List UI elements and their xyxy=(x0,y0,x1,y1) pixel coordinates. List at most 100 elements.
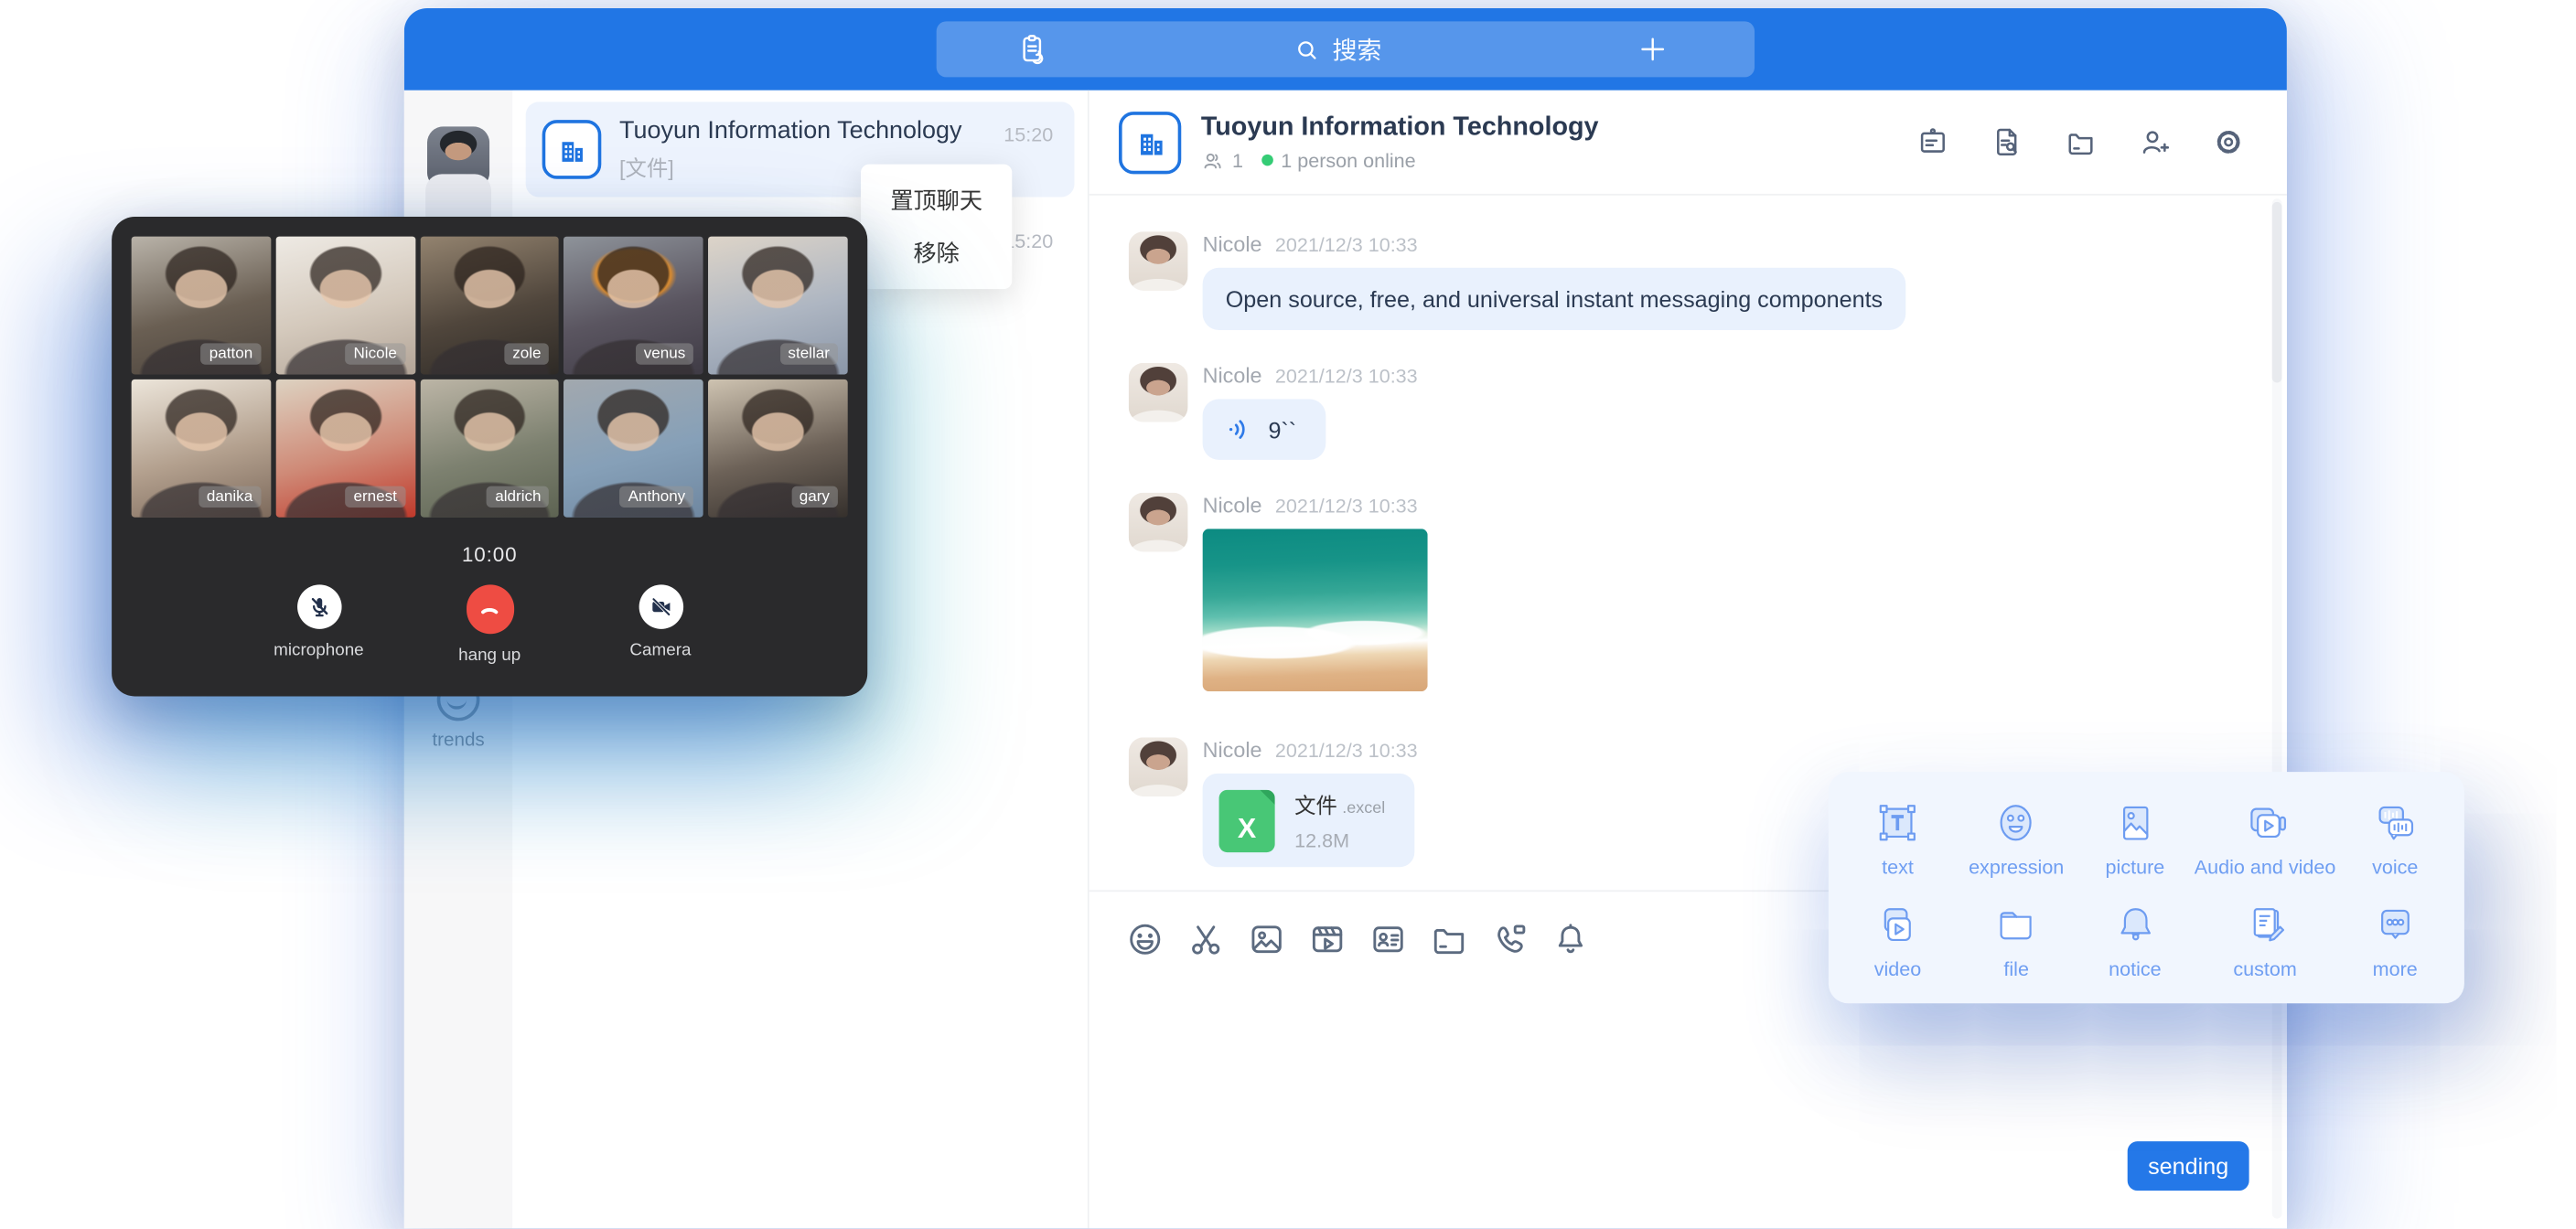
participant-name: patton xyxy=(201,343,261,364)
send-button[interactable]: sending xyxy=(2128,1141,2249,1191)
online-dot xyxy=(1261,155,1273,166)
notification-icon[interactable] xyxy=(1551,919,1590,958)
avatar[interactable] xyxy=(1129,363,1188,422)
panel-item-label: video xyxy=(1874,957,1922,980)
hang-up-control[interactable]: hang up xyxy=(435,584,544,665)
message-sender: Nicole xyxy=(1203,231,1262,256)
online-status: 1 person online xyxy=(1281,149,1415,172)
voice-bubble[interactable]: 9`` xyxy=(1203,399,1326,459)
panel-item-label: voice xyxy=(2372,856,2418,879)
panel-item-voice[interactable]: voice xyxy=(2335,788,2454,889)
panel-item-label: more xyxy=(2373,957,2418,980)
audio-video-icon xyxy=(2240,798,2290,848)
microphone-muted-icon[interactable] xyxy=(296,584,340,628)
group-file-icon[interactable] xyxy=(2060,123,2099,162)
menu-item-remove[interactable]: 移除 xyxy=(861,227,1012,279)
group-avatar xyxy=(542,120,602,179)
file-info: 文件.excel 12.8M xyxy=(1294,788,1385,852)
search-area[interactable]: 搜索 xyxy=(1125,32,1549,67)
panel-item-text[interactable]: text xyxy=(1839,788,1958,889)
stage: 搜索 trends xyxy=(0,0,2576,1228)
camera-off-icon[interactable] xyxy=(639,584,682,628)
video-tile[interactable]: aldrich xyxy=(420,379,559,518)
video-tile[interactable]: ernest xyxy=(275,379,414,518)
video-tile[interactable]: stellar xyxy=(708,237,847,375)
message-voice: Nicole 2021/12/3 10:33 xyxy=(1129,363,2287,460)
scrollbar[interactable] xyxy=(2272,198,2282,1218)
hang-up-icon[interactable] xyxy=(466,584,513,634)
video-tile[interactable]: Nicole xyxy=(275,237,414,375)
participant-name: gary xyxy=(791,486,838,508)
control-label: hang up xyxy=(458,646,521,666)
message-type-panel: text expression picture xyxy=(1829,772,2464,1003)
menu-item-pin-chat[interactable]: 置顶聊天 xyxy=(861,174,1012,226)
panel-item-more[interactable]: more xyxy=(2335,889,2454,989)
video-call-icon[interactable] xyxy=(1490,919,1530,958)
participant-name: Anthony xyxy=(620,486,694,508)
video-tile[interactable]: danika xyxy=(132,379,271,518)
file-size: 12.8M xyxy=(1294,829,1385,852)
add-member-icon[interactable] xyxy=(2134,123,2174,162)
participant-name: venus xyxy=(636,343,694,364)
video-tile[interactable]: venus xyxy=(564,237,703,375)
microphone-control[interactable]: microphone xyxy=(264,584,373,665)
call-controls: microphone hang up xyxy=(112,584,867,665)
trends-label: trends xyxy=(404,731,513,751)
video-tile[interactable]: patton xyxy=(132,237,271,375)
panel-item-custom[interactable]: custom xyxy=(2195,889,2336,989)
avatar[interactable] xyxy=(1129,493,1188,552)
contact-card-icon[interactable] xyxy=(1368,919,1408,958)
picture-icon xyxy=(2110,798,2160,848)
group-notice-icon[interactable] xyxy=(1912,123,1951,162)
file-bubble[interactable]: X 文件.excel 12.8M xyxy=(1203,774,1415,867)
folder-icon[interactable] xyxy=(1429,919,1468,958)
order-list-button[interactable] xyxy=(937,31,1126,68)
beach-photo-thumbnail[interactable] xyxy=(1203,529,1428,691)
expression-icon xyxy=(1991,798,2041,848)
image-icon[interactable] xyxy=(1247,919,1286,958)
file-item-icon xyxy=(1991,900,2041,949)
chat-header: Tuoyun Information Technology 1 1 person… xyxy=(1089,91,2287,196)
notice-icon xyxy=(2110,900,2160,949)
chat-title-block: Tuoyun Information Technology 1 1 person… xyxy=(1201,112,1599,172)
video-icon[interactable] xyxy=(1308,919,1347,958)
panel-item-expression[interactable]: expression xyxy=(1957,788,2076,889)
voice-icon xyxy=(2370,798,2420,848)
message-text: Nicole 2021/12/3 10:33 Open source, free… xyxy=(1129,231,2287,330)
video-tile[interactable]: zole xyxy=(420,237,559,375)
video-item-icon xyxy=(1873,900,1923,949)
message-image: Nicole 2021/12/3 10:33 xyxy=(1129,493,2287,691)
video-tile[interactable]: Anthony xyxy=(564,379,703,518)
text-bubble[interactable]: Open source, free, and universal instant… xyxy=(1203,268,1906,330)
camera-control[interactable]: Camera xyxy=(606,584,715,665)
voice-duration: 9`` xyxy=(1268,416,1296,443)
video-tile[interactable]: gary xyxy=(708,379,847,518)
avatar[interactable] xyxy=(1129,737,1188,796)
panel-item-file[interactable]: file xyxy=(1957,889,2076,989)
panel-item-notice[interactable]: notice xyxy=(2076,889,2195,989)
participant-name: ernest xyxy=(345,486,404,508)
panel-item-label: notice xyxy=(2109,957,2162,980)
video-grid: patton Nicole zole venus stellar danika … xyxy=(112,217,867,518)
avatar[interactable] xyxy=(1129,231,1188,291)
add-button[interactable] xyxy=(1550,33,1755,66)
top-search-pill[interactable]: 搜索 xyxy=(937,21,1755,77)
panel-item-audio-video[interactable]: Audio and video xyxy=(2195,788,2336,889)
panel-item-video[interactable]: video xyxy=(1839,889,1958,989)
screenshot-icon[interactable] xyxy=(1186,919,1226,958)
emoji-icon[interactable] xyxy=(1125,919,1165,958)
participant-name: aldrich xyxy=(487,486,549,508)
participant-name: danika xyxy=(199,486,261,508)
settings-icon[interactable] xyxy=(2208,123,2248,162)
conversation-name: Tuoyun Information Technology xyxy=(619,117,961,145)
message-input-area[interactable]: sending xyxy=(1089,986,2287,1229)
message-time: 2021/12/3 10:33 xyxy=(1275,739,1418,762)
search-icon xyxy=(1293,36,1321,64)
panel-item-picture[interactable]: picture xyxy=(2076,788,2195,889)
chat-title: Tuoyun Information Technology xyxy=(1201,112,1599,142)
group-avatar xyxy=(1119,111,1181,173)
participant-name: zole xyxy=(504,343,549,364)
chat-record-icon[interactable] xyxy=(1986,123,2025,162)
conversation-context-menu: 置顶聊天 移除 xyxy=(861,165,1012,289)
message-sender: Nicole xyxy=(1203,737,1262,762)
